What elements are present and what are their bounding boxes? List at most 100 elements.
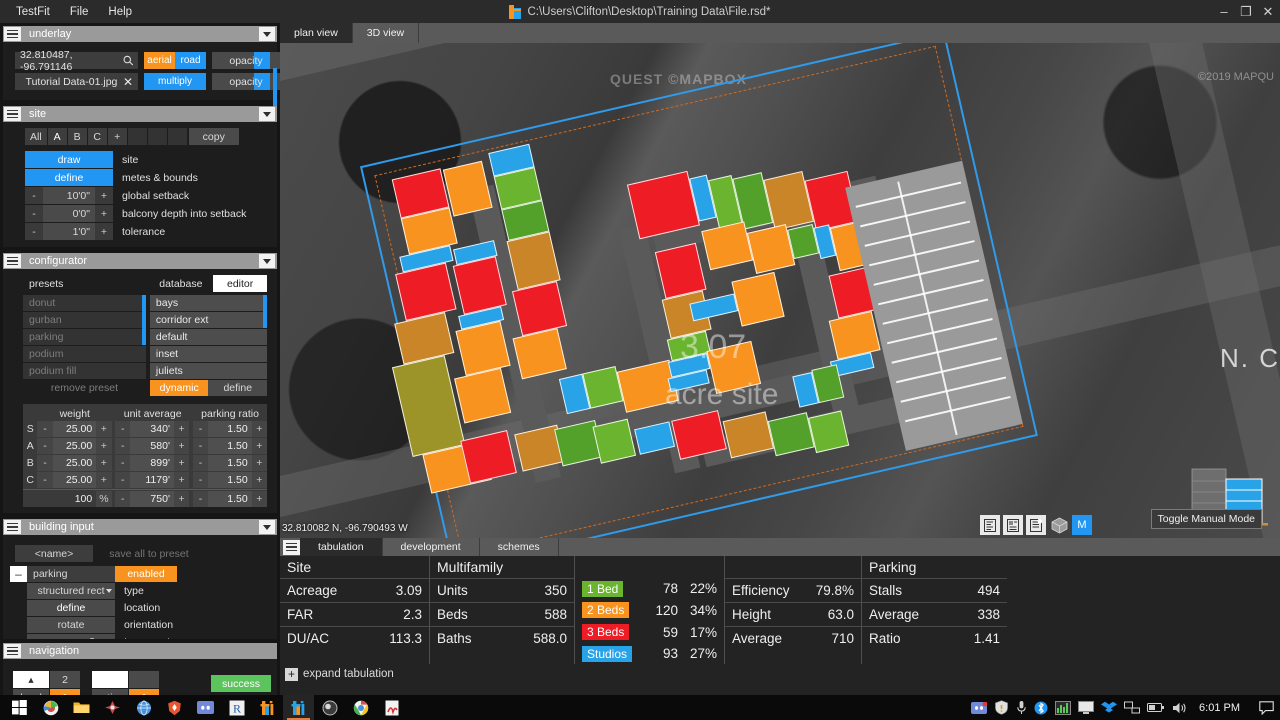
- global-setback-plus[interactable]: +: [95, 187, 113, 204]
- database-scrollbar[interactable]: [263, 295, 267, 328]
- multiply-button[interactable]: multiply: [144, 73, 206, 90]
- road-button[interactable]: road: [175, 52, 206, 69]
- database-item-corridor-ext[interactable]: corridor ext: [150, 312, 267, 328]
- acrobat-icon[interactable]: [376, 695, 407, 720]
- site-tab-b[interactable]: B: [68, 128, 87, 145]
- presets-scrollbar[interactable]: [142, 295, 146, 345]
- preset-name-input[interactable]: <name>: [15, 545, 93, 562]
- network-icon[interactable]: [1124, 701, 1140, 714]
- b-ratio-minus[interactable]: -: [193, 455, 208, 471]
- tab-development[interactable]: development: [383, 538, 480, 556]
- search-icon[interactable]: [123, 55, 133, 66]
- c-ratio-value[interactable]: 1.50: [208, 472, 252, 488]
- report-icon[interactable]: [1026, 515, 1046, 535]
- a-area-minus[interactable]: -: [115, 438, 130, 454]
- drag-handle-icon[interactable]: [4, 644, 21, 658]
- action-center-icon[interactable]: [1259, 701, 1274, 715]
- revit-icon[interactable]: R: [221, 695, 252, 720]
- underlay-panel-header[interactable]: underlay: [3, 26, 277, 42]
- expand-tabulation-button[interactable]: + expand tabulation: [280, 664, 1280, 684]
- editor-tab[interactable]: editor: [213, 275, 267, 292]
- close-icon[interactable]: ✕: [123, 75, 133, 89]
- site-tab-a[interactable]: A: [48, 128, 67, 145]
- balcony-depth-value[interactable]: 0'0": [43, 205, 95, 222]
- chevron-down-icon[interactable]: [106, 589, 112, 593]
- obs-icon[interactable]: [314, 695, 345, 720]
- menu-item-testfit[interactable]: TestFit: [6, 2, 60, 22]
- c-weight-minus[interactable]: -: [37, 472, 52, 488]
- collapse-icon[interactable]: –: [10, 566, 27, 582]
- configurator-panel-header[interactable]: configurator: [3, 253, 277, 269]
- total-area-value[interactable]: 750': [130, 491, 174, 507]
- site-tab-add[interactable]: +: [108, 128, 127, 145]
- display-icon[interactable]: [1078, 701, 1094, 715]
- option-up-button[interactable]: [92, 671, 128, 688]
- c-weight-plus[interactable]: +: [96, 472, 111, 488]
- compare-icon[interactable]: [1003, 515, 1023, 535]
- coordinate-input[interactable]: 32.810487, -96.791146: [15, 52, 138, 69]
- s-ratio-value[interactable]: 1.50: [208, 421, 252, 437]
- preset-item-podium-fill[interactable]: podium fill: [23, 363, 146, 379]
- define-button[interactable]: define: [208, 380, 267, 396]
- tab-plan-view[interactable]: plan view: [280, 23, 353, 43]
- image-opacity-slider[interactable]: opacity: [212, 73, 280, 90]
- parking-enabled-toggle[interactable]: enabled: [115, 566, 177, 582]
- site-copy-button[interactable]: copy: [189, 128, 239, 145]
- navigation-panel-header[interactable]: navigation: [3, 643, 277, 659]
- define-metes-button[interactable]: define: [25, 169, 113, 186]
- manual-mode-icon[interactable]: M: [1072, 515, 1092, 535]
- preset-item-gurban[interactable]: gurban: [23, 312, 146, 328]
- chevron-down-icon[interactable]: [259, 27, 275, 41]
- testfit-icon-1[interactable]: [252, 695, 283, 720]
- site-plan-canvas[interactable]: QUEST ©MAPBOX ©2019 MAPQU N. C: [280, 43, 1280, 538]
- chevron-down-icon[interactable]: [259, 254, 275, 268]
- dropbox-icon[interactable]: [1101, 701, 1117, 715]
- drag-handle-icon[interactable]: [4, 520, 21, 534]
- b-weight-value[interactable]: 25.00: [53, 455, 97, 471]
- start-button[interactable]: [4, 695, 35, 720]
- tab-3d-view[interactable]: 3D view: [353, 23, 419, 43]
- a-ratio-value[interactable]: 1.50: [208, 438, 252, 454]
- b-ratio-value[interactable]: 1.50: [208, 455, 252, 471]
- c-ratio-minus[interactable]: -: [193, 472, 208, 488]
- preset-item-parking[interactable]: parking: [23, 329, 146, 345]
- minimize-button[interactable]: –: [1214, 2, 1234, 22]
- brave-icon[interactable]: [159, 695, 190, 720]
- save-all-to-preset-button[interactable]: save all to preset: [93, 545, 205, 562]
- database-item-bays[interactable]: bays: [150, 295, 267, 311]
- global-setback-minus[interactable]: -: [25, 187, 43, 204]
- s-weight-value[interactable]: 25.00: [53, 421, 97, 437]
- b-ratio-plus[interactable]: +: [252, 455, 267, 471]
- tabulation-icon[interactable]: [980, 515, 1000, 535]
- parking-type-dropdown[interactable]: structured rect: [27, 583, 115, 599]
- drag-handle-icon[interactable]: [4, 27, 21, 41]
- total-ratio-value[interactable]: 1.50: [208, 491, 252, 507]
- volume-icon[interactable]: [1172, 701, 1188, 715]
- c-ratio-plus[interactable]: +: [252, 472, 267, 488]
- a-weight-plus[interactable]: +: [96, 438, 111, 454]
- c-area-minus[interactable]: -: [115, 472, 130, 488]
- database-item-default[interactable]: default: [150, 329, 267, 345]
- globe-icon[interactable]: [128, 695, 159, 720]
- close-button[interactable]: ✕: [1258, 2, 1278, 22]
- a-area-plus[interactable]: +: [174, 438, 189, 454]
- tab-schemes[interactable]: schemes: [480, 538, 559, 556]
- balcony-depth-minus[interactable]: -: [25, 205, 43, 222]
- aerial-button[interactable]: aerial: [144, 52, 175, 69]
- remove-preset-button[interactable]: remove preset: [23, 380, 146, 396]
- discord-tray-icon[interactable]: [971, 702, 987, 714]
- cube-icon[interactable]: [1049, 515, 1069, 535]
- drag-handle-icon[interactable]: [283, 540, 300, 555]
- s-area-minus[interactable]: -: [115, 421, 130, 437]
- database-item-juliets[interactable]: juliets: [150, 363, 267, 379]
- database-tab[interactable]: database: [149, 278, 214, 290]
- tab-tabulation[interactable]: tabulation: [300, 538, 383, 556]
- s-ratio-plus[interactable]: +: [252, 421, 267, 437]
- b-area-minus[interactable]: -: [115, 455, 130, 471]
- b-weight-plus[interactable]: +: [96, 455, 111, 471]
- parking-rotate-button[interactable]: rotate: [27, 617, 115, 633]
- drag-handle-icon[interactable]: [4, 107, 21, 121]
- site-tab-c[interactable]: C: [88, 128, 107, 145]
- chevron-down-icon[interactable]: [259, 520, 275, 534]
- underlay-file-field[interactable]: Tutorial Data-01.jpg ✕: [15, 73, 138, 90]
